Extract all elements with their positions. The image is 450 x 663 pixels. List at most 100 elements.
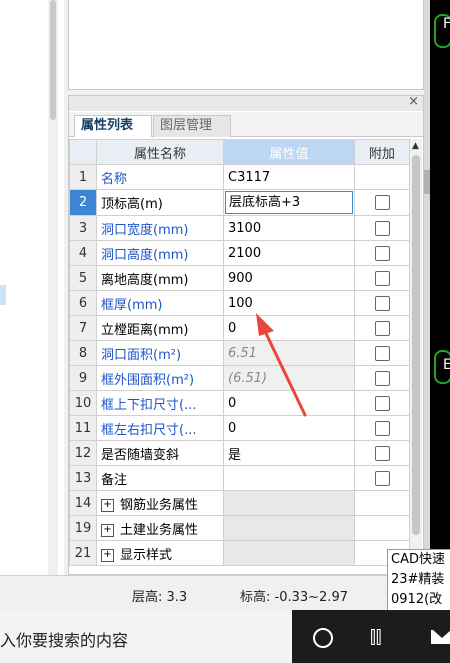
property-value-cell[interactable]: 2100	[223, 240, 355, 266]
group-row[interactable]: 21 + 显示样式	[69, 540, 410, 566]
attach-checkbox[interactable]	[374, 395, 390, 411]
attach-cell[interactable]	[354, 290, 410, 316]
taskbar-search-box[interactable]: 入你要搜索的内容	[0, 610, 292, 663]
table-row[interactable]: 11 框左右扣尺寸(... 0	[69, 415, 410, 441]
taskbar-tooltip: CAD快速 23#精装 0912(改	[387, 549, 450, 611]
attach-checkbox[interactable]	[374, 445, 390, 461]
tab-property-list[interactable]: 属性列表	[74, 115, 152, 137]
table-row[interactable]: 9 框外围面积(m²) (6.51)	[69, 365, 410, 391]
scroll-up-icon[interactable]: ▲	[412, 141, 419, 151]
value-editor[interactable]: 层底标高+3	[225, 191, 353, 214]
row-number[interactable]: 7	[69, 315, 97, 341]
expand-plus-icon[interactable]: +	[101, 523, 114, 537]
group-name: 钢筋业务属性	[120, 497, 199, 513]
table-row[interactable]: 13 备注	[69, 465, 410, 491]
table-row[interactable]: 5 离地高度(mm) 900	[69, 265, 410, 291]
property-value-cell[interactable]: (6.51)	[223, 365, 355, 391]
tooltip-line: 23#精装	[391, 572, 445, 587]
attach-cell[interactable]	[354, 164, 410, 190]
row-number[interactable]: 11	[69, 415, 97, 441]
left-selected-item-marker[interactable]	[0, 285, 6, 305]
row-number[interactable]: 21	[69, 540, 97, 566]
property-value-cell[interactable]: 900	[223, 265, 355, 291]
table-row[interactable]: 2 顶标高(m) 层底标高+3	[69, 189, 410, 216]
attach-cell[interactable]	[354, 365, 410, 391]
attach-cell[interactable]	[354, 189, 410, 216]
attach-checkbox[interactable]	[374, 295, 390, 311]
attach-cell[interactable]	[354, 415, 410, 441]
row-number[interactable]: 19	[69, 515, 97, 541]
property-value-cell[interactable]: 0	[223, 415, 355, 441]
close-icon[interactable]: ×	[408, 96, 419, 109]
row-number[interactable]: 12	[69, 440, 97, 466]
group-name-cell[interactable]: + 显示样式	[96, 540, 224, 566]
grid-header-row: 属性名称 属性值 附加	[69, 139, 410, 165]
property-value-cell[interactable]: 是	[223, 440, 355, 466]
attach-checkbox[interactable]	[374, 270, 390, 286]
attach-cell[interactable]	[354, 440, 410, 466]
panel-scrollbar[interactable]: ▲	[410, 139, 422, 574]
expand-plus-icon[interactable]: +	[101, 548, 114, 562]
attach-cell[interactable]	[354, 215, 410, 241]
row-number[interactable]: 1	[69, 164, 97, 190]
table-row[interactable]: 3 洞口宽度(mm) 3100	[69, 215, 410, 241]
property-value-cell[interactable]	[223, 465, 355, 491]
attach-checkbox[interactable]	[374, 345, 390, 361]
row-number[interactable]: 2	[69, 189, 97, 216]
row-number[interactable]: 14	[69, 490, 97, 516]
attach-cell[interactable]	[354, 390, 410, 416]
expand-plus-icon[interactable]: +	[101, 498, 114, 512]
header-property-value[interactable]: 属性值	[223, 139, 355, 165]
header-attach[interactable]: 附加	[354, 139, 410, 165]
row-number[interactable]: 8	[69, 340, 97, 366]
property-value-cell[interactable]: 100	[223, 290, 355, 316]
header-property-name[interactable]: 属性名称	[96, 139, 224, 165]
group-row[interactable]: 19 + 土建业务属性	[69, 515, 410, 541]
table-row[interactable]: 4 洞口高度(mm) 2100	[69, 240, 410, 266]
row-number[interactable]: 13	[69, 465, 97, 491]
property-value-cell[interactable]: 层底标高+3	[223, 189, 355, 216]
cad-canvas[interactable]: F E	[430, 0, 450, 575]
attach-cell[interactable]	[354, 315, 410, 341]
attach-cell[interactable]	[354, 265, 410, 291]
row-number[interactable]: 10	[69, 390, 97, 416]
cortana-icon[interactable]	[313, 628, 333, 648]
table-row[interactable]: 12 是否随墙变斜是	[69, 440, 410, 466]
attach-checkbox[interactable]	[374, 195, 390, 210]
table-row[interactable]: 1 名称 C3117	[69, 164, 410, 190]
attach-checkbox[interactable]	[374, 245, 390, 261]
left-scrollbar-thumb[interactable]	[50, 0, 56, 120]
row-number[interactable]: 6	[69, 290, 97, 316]
attach-cell[interactable]	[354, 465, 410, 491]
attach-checkbox[interactable]	[374, 470, 390, 486]
panel-scrollbar-thumb[interactable]	[412, 155, 420, 535]
attach-checkbox[interactable]	[374, 370, 390, 386]
group-name-cell[interactable]: + 土建业务属性	[96, 515, 224, 541]
property-value-cell[interactable]: 0	[223, 315, 355, 341]
tab-layer-management[interactable]: 图层管理	[153, 115, 231, 137]
attach-cell[interactable]	[354, 240, 410, 266]
panel-title-bar: ×	[69, 96, 423, 111]
attach-checkbox[interactable]	[374, 320, 390, 336]
group-row[interactable]: 14 + 钢筋业务属性	[69, 490, 410, 516]
attach-checkbox[interactable]	[374, 220, 390, 236]
group-name-cell[interactable]: + 钢筋业务属性	[96, 490, 224, 516]
table-row[interactable]: 8 洞口面积(m²) 6.51	[69, 340, 410, 366]
mail-icon[interactable]	[431, 630, 450, 644]
table-row[interactable]: 7 立樘距离(mm) 0	[69, 315, 410, 341]
tooltip-line: 0912(改	[391, 592, 443, 607]
table-row[interactable]: 10 框上下扣尺寸(... 0	[69, 390, 410, 416]
property-value-cell[interactable]: 6.51	[223, 340, 355, 366]
row-number[interactable]: 9	[69, 365, 97, 391]
property-value-cell[interactable]: 3100	[223, 215, 355, 241]
property-value-cell[interactable]: C3117	[223, 164, 355, 190]
row-number[interactable]: 4	[69, 240, 97, 266]
status-bar: 层高: 3.3 标高: -0.33~2.97	[0, 575, 450, 611]
task-view-icon[interactable]: ⫿⫿	[370, 627, 382, 648]
attach-cell[interactable]	[354, 340, 410, 366]
attach-checkbox[interactable]	[374, 420, 390, 436]
table-row[interactable]: 6 框厚(mm) 100	[69, 290, 410, 316]
row-number[interactable]: 5	[69, 265, 97, 291]
property-value-cell[interactable]: 0	[223, 390, 355, 416]
row-number[interactable]: 3	[69, 215, 97, 241]
